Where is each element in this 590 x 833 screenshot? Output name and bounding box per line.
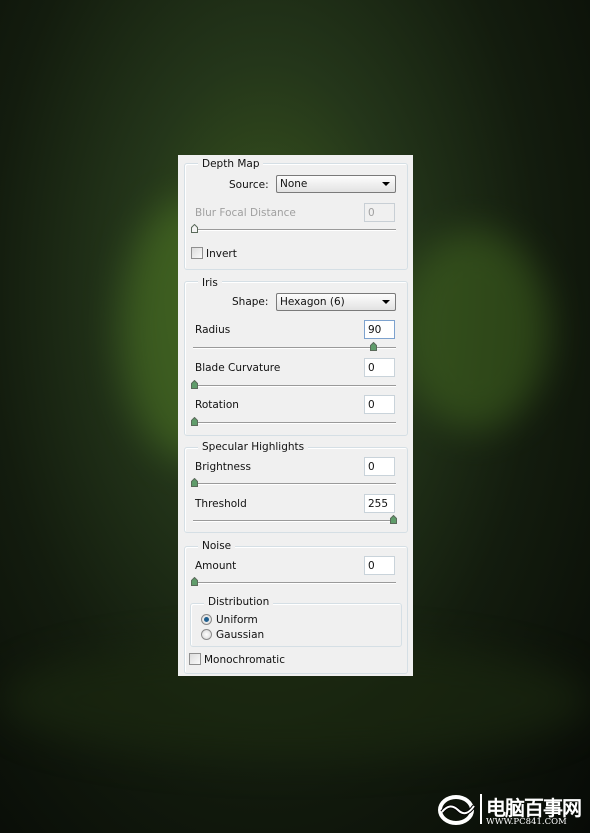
radius-label: Radius	[195, 324, 231, 336]
source-select[interactable]: None	[276, 175, 396, 193]
gaussian-radio[interactable]	[201, 629, 212, 640]
radius-slider[interactable]	[193, 347, 396, 349]
uniform-radio[interactable]	[201, 614, 212, 625]
gaussian-label: Gaussian	[216, 629, 265, 641]
dropdown-arrow-icon	[382, 182, 390, 186]
blur-focal-distance-label: Blur Focal Distance	[195, 207, 296, 219]
blade-curvature-input[interactable]: 0	[364, 358, 395, 377]
blade-curvature-slider[interactable]	[193, 385, 396, 387]
shape-label: Shape:	[232, 296, 269, 308]
slider-thumb[interactable]	[191, 224, 198, 233]
blur-focal-distance-slider[interactable]	[193, 229, 396, 231]
distribution-title: Distribution	[204, 596, 274, 608]
shape-select[interactable]: Hexagon (6)	[276, 293, 396, 311]
brightness-input[interactable]: 0	[364, 457, 395, 476]
radius-input[interactable]: 90	[364, 320, 395, 339]
amount-slider[interactable]	[193, 582, 396, 584]
invert-checkbox[interactable]	[191, 247, 203, 259]
slider-thumb[interactable]	[370, 342, 378, 351]
source-label: Source:	[229, 179, 269, 191]
uniform-label: Uniform	[216, 614, 258, 626]
threshold-input[interactable]: 255	[364, 494, 395, 513]
blur-focal-distance-input[interactable]: 0	[364, 203, 395, 222]
threshold-label: Threshold	[195, 498, 247, 510]
brightness-slider[interactable]	[193, 483, 396, 485]
brightness-label: Brightness	[195, 461, 251, 473]
specular-highlights-title: Specular Highlights	[198, 441, 309, 453]
slider-thumb[interactable]	[191, 380, 198, 389]
threshold-slider[interactable]	[193, 520, 396, 522]
amount-input[interactable]: 0	[364, 556, 395, 575]
depth-map-title: Depth Map	[198, 158, 264, 170]
pc841-logo-icon	[438, 795, 476, 825]
slider-thumb[interactable]	[191, 417, 198, 426]
source-value: None	[280, 178, 308, 190]
slider-thumb[interactable]	[191, 478, 198, 487]
iris-title: Iris	[198, 277, 222, 289]
blade-curvature-label: Blade Curvature	[195, 362, 281, 374]
rotation-input[interactable]: 0	[364, 395, 395, 414]
noise-title: Noise	[198, 540, 236, 552]
monochromatic-checkbox[interactable]	[189, 653, 201, 665]
rotation-slider[interactable]	[193, 422, 396, 424]
monochromatic-label: Monochromatic	[204, 654, 285, 666]
slider-thumb[interactable]	[390, 515, 397, 524]
watermark-logo: 电脑百事网 WWW.PC841.COM	[436, 790, 586, 830]
invert-label: Invert	[206, 248, 237, 260]
amount-label: Amount	[195, 560, 237, 572]
rotation-label: Rotation	[195, 399, 239, 411]
lens-blur-panel: Depth Map Source: None Blur Focal Distan…	[178, 155, 413, 676]
dropdown-arrow-icon	[382, 300, 390, 304]
watermark-url: WWW.PC841.COM	[486, 817, 567, 827]
shape-value: Hexagon (6)	[280, 296, 345, 308]
slider-thumb[interactable]	[191, 577, 198, 586]
